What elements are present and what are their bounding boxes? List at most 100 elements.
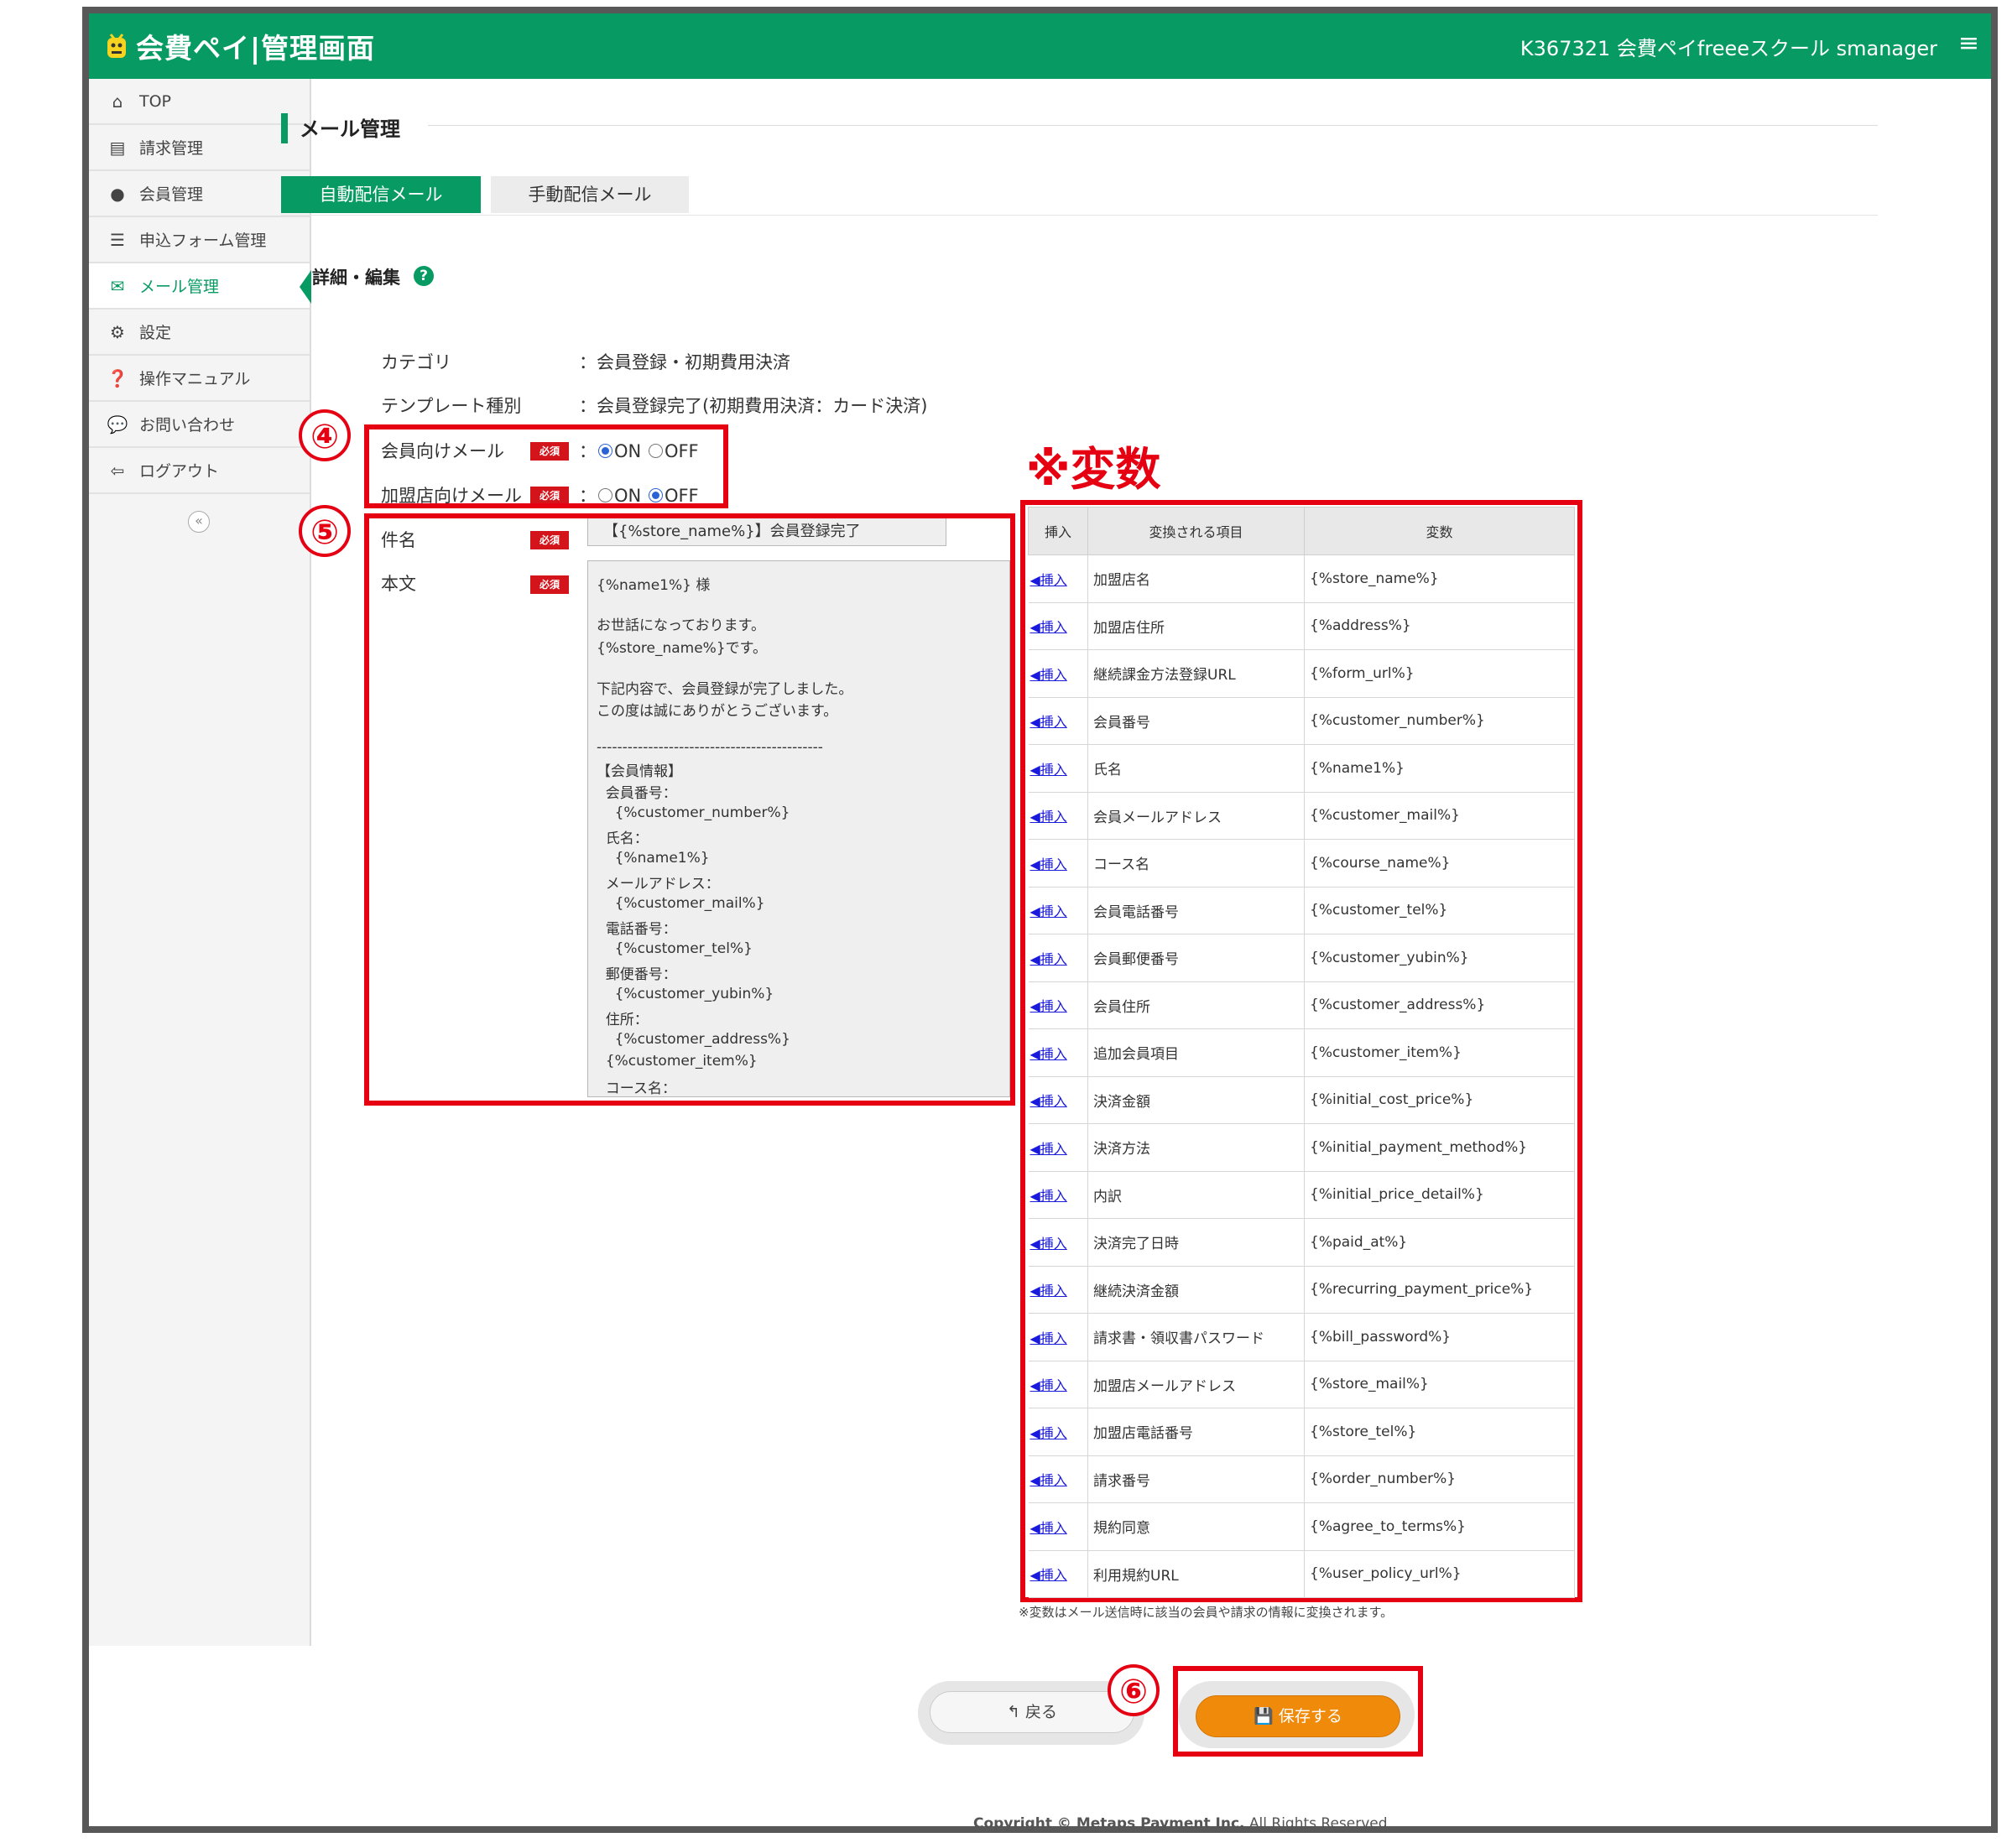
variables-table: 挿入 変換される項目 変数 ◀挿入 加盟店名 {%store_name%} ◀挿入 加盟… [1028,507,1575,1598]
insert-cell: ◀挿入 [1028,1171,1088,1219]
insert-link[interactable]: ◀挿入 [1030,619,1067,635]
list-icon: ☰ [110,229,125,250]
back-button[interactable]: ↰ 戻る [930,1691,1134,1733]
table-row: ◀挿入 加盟店名 {%store_name%} [1028,554,1575,603]
copyright-text: Copyright © Metaps Payment Inc. [973,1815,1245,1832]
insert-cell: ◀挿入 [1028,1361,1088,1408]
annotation-number-6: ⑥ [1108,1664,1160,1716]
table-row: ◀挿入 決済完了日時 {%paid_at%} [1028,1218,1575,1267]
tab-manual-mail[interactable]: 手動配信メール [491,176,689,213]
sidebar-item-label: 請求管理 [139,139,204,158]
chat-icon: 💬 [107,414,128,435]
variable-item: 加盟店名 [1087,554,1305,603]
sidebar-item-label: TOP [139,91,172,111]
insert-link[interactable]: ◀挿入 [1030,1377,1067,1393]
sidebar-item-label: 操作マニュアル [139,370,251,388]
table-row: ◀挿入 利用規約URL {%user_policy_url%} [1028,1550,1575,1598]
account-label[interactable]: K367321 会費ペイfreeeスクール smanager [1520,32,1937,61]
template-label: テンプレート種別 [381,396,522,416]
table-row: ◀挿入 請求書・領収書パスワード {%bill_password%} [1028,1313,1575,1361]
page-title-accent [281,113,288,143]
divider [428,125,1878,126]
logo[interactable]: 会費ペイ|管理画面 [104,26,375,66]
copyright-footer: Copyright © Metaps Payment Inc. All Righ… [973,1815,1388,1832]
variable-item: 利用規約URL [1087,1550,1305,1598]
insert-link[interactable]: ◀挿入 [1030,1283,1067,1299]
variable-name: {%name1%} [1304,744,1575,793]
insert-link[interactable]: ◀挿入 [1030,1472,1067,1488]
sidebar-item-logout[interactable]: ⇦ ログアウト [89,448,310,494]
table-row: ◀挿入 決済金額 {%initial_cost_price%} [1028,1076,1575,1124]
insert-link[interactable]: ◀挿入 [1030,1141,1067,1157]
help-icon[interactable]: ? [414,266,434,286]
copyright-rest: All Rights Reserved [1244,1815,1388,1832]
sidebar-item-forms[interactable]: ☰ 申込フォーム管理 [89,217,310,263]
sidebar-item-contact[interactable]: 💬 お問い合わせ [89,402,310,448]
variable-name: {%initial_cost_price%} [1304,1076,1575,1124]
table-row: ◀挿入 加盟店住所 {%address%} [1028,602,1575,650]
insert-link[interactable]: ◀挿入 [1030,1520,1067,1536]
insert-link[interactable]: ◀挿入 [1030,667,1067,683]
column-header: 変換される項目 [1087,507,1305,555]
insert-cell: ◀挿入 [1028,1550,1088,1598]
sidebar-item-settings[interactable]: ⚙ 設定 [89,310,310,356]
sidebar-item-manual[interactable]: ❓ 操作マニュアル [89,356,310,402]
insert-link[interactable]: ◀挿入 [1030,1330,1067,1346]
insert-link[interactable]: ◀挿入 [1030,762,1067,778]
gears-icon: ⚙ [110,321,125,342]
header-bar: 会費ペイ|管理画面 K367321 会費ペイfreeeスクール smanager… [89,13,1991,79]
insert-link[interactable]: ◀挿入 [1030,951,1067,967]
table-row: ◀挿入 会員メールアドレス {%customer_mail%} [1028,792,1575,840]
table-row: ◀挿入 内訳 {%initial_price_detail%} [1028,1171,1575,1219]
sidebar-item-billing[interactable]: ▤ 請求管理 [89,125,310,171]
insert-link[interactable]: ◀挿入 [1030,1236,1067,1252]
category-label: カテゴリ [381,352,451,372]
insert-link[interactable]: ◀挿入 [1030,1093,1067,1109]
sidebar-item-label: 会員管理 [139,185,204,204]
table-row: ◀挿入 請求番号 {%order_number%} [1028,1455,1575,1503]
insert-link[interactable]: ◀挿入 [1030,1567,1067,1583]
insert-cell: ◀挿入 [1028,1502,1088,1551]
sidebar-item-members[interactable]: ● 会員管理 [89,171,310,217]
insert-link[interactable]: ◀挿入 [1030,572,1067,588]
insert-link[interactable]: ◀挿入 [1030,1188,1067,1204]
variable-item: 会員住所 [1087,981,1305,1029]
insert-link[interactable]: ◀挿入 [1030,856,1067,872]
insert-link[interactable]: ◀挿入 [1030,903,1067,919]
book-icon: ▤ [109,137,126,158]
sidebar-item-top[interactable]: ⌂ TOP [89,79,310,125]
sidebar-item-mail[interactable]: ✉ メール管理 [89,263,311,310]
table-row: ◀挿入 継続課金方法登録URL {%form_url%} [1028,649,1575,698]
table-row: ◀挿入 追加会員項目 {%customer_item%} [1028,1028,1575,1077]
variable-name: {%store_name%} [1304,554,1575,603]
variable-name: {%recurring_payment_price%} [1304,1266,1575,1314]
variable-item: 継続課金方法登録URL [1087,649,1305,698]
variable-item: 加盟店電話番号 [1087,1408,1305,1456]
table-row: ◀挿入 会員電話番号 {%customer_tel%} [1028,887,1575,934]
variable-name: {%store_mail%} [1304,1361,1575,1408]
insert-cell: ◀挿入 [1028,697,1088,745]
insert-link[interactable]: ◀挿入 [1030,998,1067,1014]
variable-name: {%order_number%} [1304,1455,1575,1503]
insert-cell: ◀挿入 [1028,934,1088,982]
variable-name: {%initial_price_detail%} [1304,1171,1575,1219]
variable-item: 会員番号 [1087,697,1305,745]
sidebar-collapse-button[interactable]: « [188,511,210,533]
insert-link[interactable]: ◀挿入 [1030,714,1067,730]
sidebar-item-label: お問い合わせ [139,416,236,435]
table-body: ◀挿入 加盟店名 {%store_name%} ◀挿入 加盟店住所 {%address%}… [1028,554,1575,1598]
insert-cell: ◀挿入 [1028,1313,1088,1361]
insert-link[interactable]: ◀挿入 [1030,1425,1067,1441]
variable-item: コース名 [1087,839,1305,888]
variable-item: 加盟店住所 [1087,602,1305,650]
insert-cell: ◀挿入 [1028,1455,1088,1503]
hamburger-icon[interactable]: ≡ [1958,29,1979,58]
table-row: ◀挿入 加盟店電話番号 {%store_tel%} [1028,1408,1575,1456]
variable-name: {%form_url%} [1304,649,1575,698]
tab-auto-mail[interactable]: 自動配信メール [281,176,481,213]
variable-item: 氏名 [1087,744,1305,793]
insert-link[interactable]: ◀挿入 [1030,1046,1067,1062]
variable-name: {%customer_mail%} [1304,792,1575,840]
section-title: 詳細・編集 [312,268,400,288]
insert-link[interactable]: ◀挿入 [1030,809,1067,825]
